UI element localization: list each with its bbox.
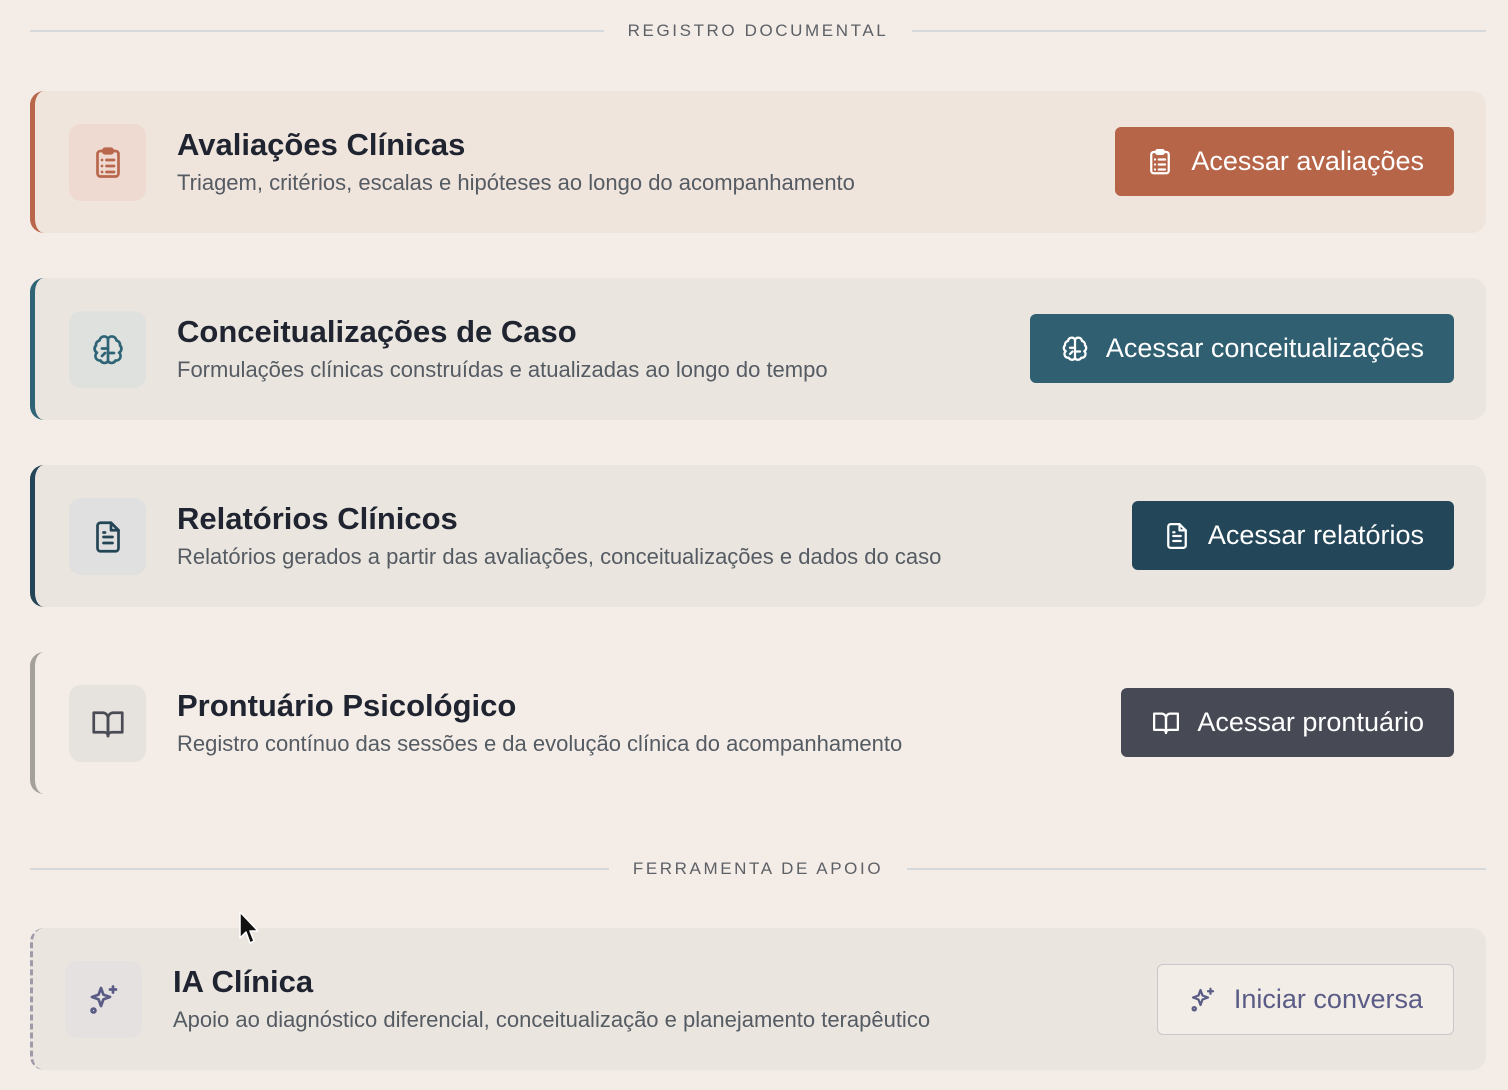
card-accent [30, 465, 44, 607]
card-accent [30, 652, 44, 794]
card-accent [30, 928, 44, 1070]
card-ia-clinica: IA Clínica Apoio ao diagnóstico diferenc… [30, 928, 1486, 1070]
section-divider-apoio: FERRAMENTA DE APOIO [30, 859, 1487, 879]
file-text-icon [69, 498, 146, 575]
divider-line [907, 868, 1487, 870]
brain-icon [69, 311, 146, 388]
sparkles-icon [1191, 987, 1215, 1012]
clipboard-list-icon [1150, 148, 1171, 174]
acessar-relatorios-button[interactable]: Acessar relatórios [1131, 501, 1454, 570]
card-description: Triagem, critérios, escalas e hipóteses … [177, 170, 855, 195]
card-text: Relatórios Clínicos Relatórios gerados a… [177, 501, 941, 571]
book-open-icon [1153, 712, 1180, 734]
section-label: REGISTRO DOCUMENTAL [627, 21, 889, 40]
iniciar-conversa-button[interactable]: Iniciar conversa [1156, 964, 1454, 1035]
card-description: Relatórios gerados a partir das avaliaçõ… [177, 544, 942, 569]
brain-icon [1062, 336, 1088, 361]
card-title: Prontuário Psicológico [177, 688, 517, 723]
card-text: IA Clínica Apoio ao diagnóstico diferenc… [173, 964, 930, 1034]
button-label: Acessar prontuário [1197, 707, 1424, 737]
mouse-cursor-icon [239, 911, 259, 944]
button-label: Acessar avaliações [1191, 146, 1424, 176]
card-accent [30, 91, 44, 233]
acessar-conceitualizacoes-button[interactable]: Acessar conceitualizações [1029, 314, 1454, 383]
card-relatorios: Relatórios Clínicos Relatórios gerados a… [30, 465, 1486, 607]
card-description: Registro contínuo das sessões e da evolu… [177, 731, 903, 756]
button-label: Iniciar conversa [1233, 984, 1423, 1014]
book-open-icon [69, 685, 146, 762]
clipboard-list-icon [69, 124, 146, 201]
file-text-icon [1167, 522, 1187, 549]
card-title: Conceitualizações de Caso [177, 314, 577, 349]
sparkles-icon [65, 961, 142, 1038]
card-description: Formulações clínicas construídas e atual… [177, 357, 828, 382]
card-description: Apoio ao diagnóstico diferencial, concei… [173, 1007, 931, 1032]
card-text: Avaliações Clínicas Triagem, critérios, … [177, 127, 855, 197]
acessar-avaliacoes-button[interactable]: Acessar avaliações [1115, 127, 1454, 196]
divider-line [912, 30, 1486, 32]
card-accent [30, 278, 44, 420]
card-avaliacoes: Avaliações Clínicas Triagem, critérios, … [30, 91, 1486, 233]
page: REGISTRO DOCUMENTAL Avaliações Clínicas … [0, 0, 1508, 1090]
section-label: FERRAMENTA DE APOIO [632, 859, 884, 878]
card-conceitualizacoes: Conceitualizações de Caso Formulações cl… [30, 278, 1486, 420]
divider-line [30, 868, 609, 870]
card-title: Relatórios Clínicos [177, 501, 458, 536]
section-divider-documental: REGISTRO DOCUMENTAL [30, 21, 1486, 41]
acessar-prontuario-button[interactable]: Acessar prontuário [1121, 688, 1454, 757]
divider-line [30, 30, 604, 32]
button-label: Acessar conceitualizações [1105, 333, 1424, 363]
button-label: Acessar relatórios [1207, 520, 1424, 550]
card-text: Conceitualizações de Caso Formulações cl… [177, 314, 828, 384]
card-prontuario: Prontuário Psicológico Registro contínuo… [30, 652, 1486, 794]
card-title: IA Clínica [173, 964, 314, 999]
card-text: Prontuário Psicológico Registro contínuo… [177, 688, 902, 758]
card-title: Avaliações Clínicas [177, 127, 466, 162]
